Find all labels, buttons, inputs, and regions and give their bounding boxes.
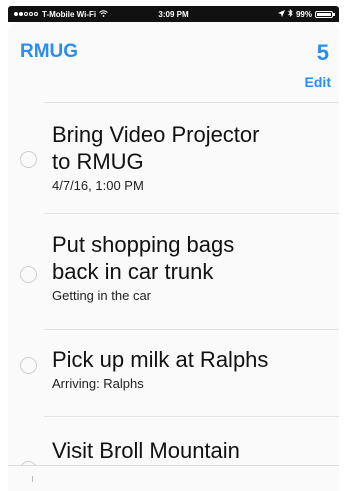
reminder-list: Bring Video Projector to RMUG 4/7/16, 1:…: [8, 102, 339, 478]
battery-icon: [315, 10, 335, 18]
reminder-item[interactable]: Pick up milk at Ralphs Arriving: Ralphs: [8, 330, 339, 416]
reminder-title-line: Bring Video Projector: [52, 122, 260, 147]
edit-button[interactable]: Edit: [305, 74, 331, 90]
complete-checkbox[interactable]: [20, 151, 37, 168]
reminder-item[interactable]: Put shopping bags back in car trunk Gett…: [8, 214, 339, 329]
reminder-subtitle: 4/7/16, 1:00 PM: [52, 178, 144, 193]
bottom-bar: [8, 465, 339, 491]
location-arrow-icon: [277, 9, 285, 19]
status-bar-right: 99%: [277, 8, 339, 19]
list-title[interactable]: RMUG: [20, 41, 78, 63]
carrier-label: T-Mobile Wi-Fi: [42, 9, 97, 19]
complete-checkbox[interactable]: [20, 266, 37, 283]
reminder-title-line: back in car trunk: [52, 259, 214, 284]
reminder-title-line: Put shopping bags: [52, 232, 235, 257]
status-bar: T-Mobile Wi-Fi 3:09 PM 99%: [8, 6, 339, 22]
reminder-title-line: Pick up milk at Ralphs: [52, 347, 269, 372]
status-bar-left: T-Mobile Wi-Fi: [8, 10, 134, 19]
reminder-title-line: to RMUG: [52, 149, 144, 174]
bluetooth-icon: [288, 8, 293, 19]
screen: T-Mobile Wi-Fi 3:09 PM 99% RMUG 5 Edit B…: [0, 0, 347, 491]
wifi-icon: [99, 9, 108, 19]
reminders-panel: RMUG 5 Edit Bring Video Projector to RMU…: [8, 22, 339, 491]
complete-checkbox[interactable]: [20, 357, 37, 374]
reminder-count: 5: [316, 40, 329, 65]
cellular-signal-icon: [14, 12, 39, 16]
list-header: RMUG 5 Edit: [8, 22, 339, 102]
reminder-item[interactable]: Bring Video Projector to RMUG 4/7/16, 1:…: [8, 103, 339, 213]
battery-fill: [317, 12, 331, 16]
battery-percent: 99%: [295, 9, 312, 19]
bottom-tick: [32, 476, 33, 482]
reminder-title-line: Visit Broll Mountain: [52, 438, 240, 463]
reminder-subtitle: Getting in the car: [52, 288, 151, 303]
reminder-subtitle: Arriving: Ralphs: [52, 376, 144, 391]
